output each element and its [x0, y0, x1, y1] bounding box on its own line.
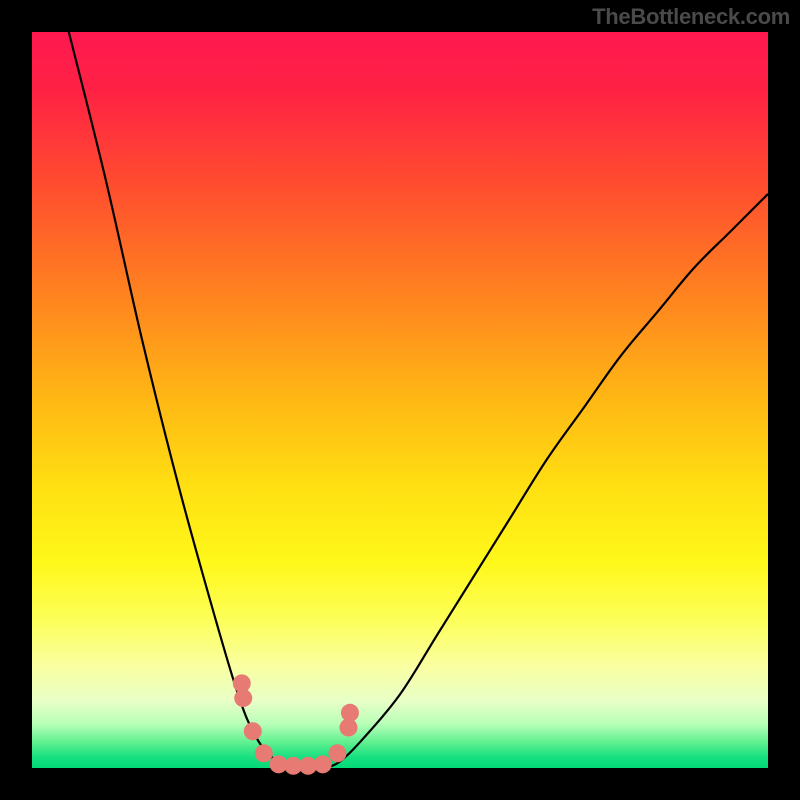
plot-background [32, 32, 768, 768]
chart-canvas [0, 0, 800, 800]
watermark-text: TheBottleneck.com [592, 4, 790, 30]
data-marker [341, 704, 359, 722]
data-marker [328, 744, 346, 762]
data-marker [244, 722, 262, 740]
data-marker [234, 689, 252, 707]
data-marker [314, 755, 332, 773]
data-marker [255, 744, 273, 762]
chart-frame: TheBottleneck.com [0, 0, 800, 800]
